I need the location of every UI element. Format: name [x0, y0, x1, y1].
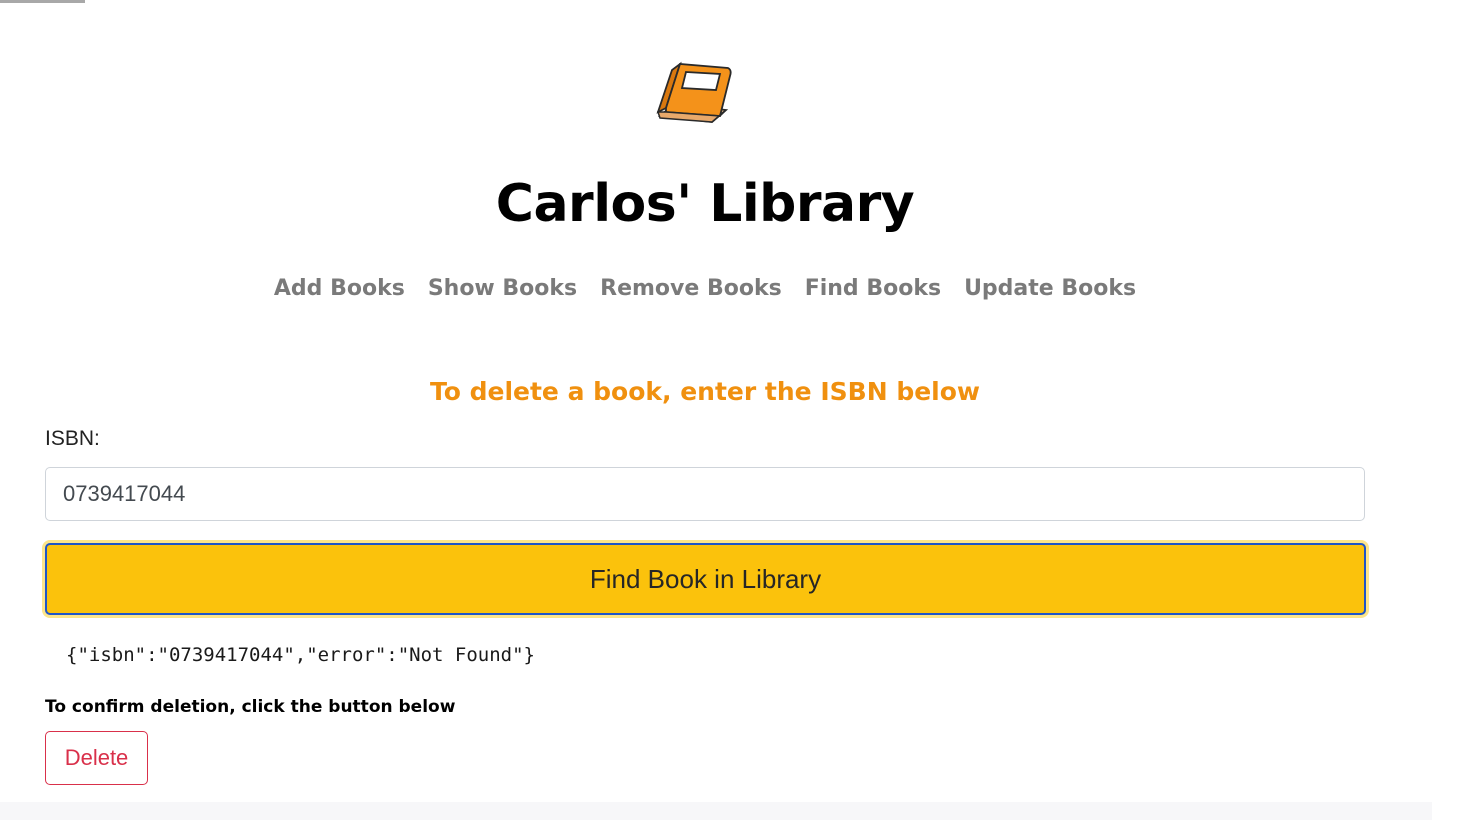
confirm-deletion-text: To confirm deletion, click the button be… [45, 697, 456, 717]
nav-item-remove-books[interactable]: Remove Books [600, 276, 782, 301]
delete-button[interactable]: Delete [45, 731, 148, 785]
right-gutter [1432, 0, 1466, 820]
page-title: Carlos' Library [495, 174, 915, 234]
nav-item-add-books[interactable]: Add Books [274, 276, 405, 301]
main-nav: Add Books Show Books Remove Books Find B… [0, 276, 1410, 301]
nav-item-find-books[interactable]: Find Books [805, 276, 941, 301]
nav-item-show-books[interactable]: Show Books [428, 276, 577, 301]
isbn-input[interactable] [45, 467, 1365, 521]
find-book-button[interactable]: Find Book in Library [45, 543, 1366, 615]
bottom-strip [0, 802, 1432, 820]
delete-instructions-heading: To delete a book, enter the ISBN below [429, 377, 981, 406]
top-corner-bar [0, 0, 85, 3]
book-icon [656, 61, 732, 123]
lookup-result-text: {"isbn":"0739417044","error":"Not Found"… [66, 644, 535, 666]
nav-item-update-books[interactable]: Update Books [964, 276, 1136, 301]
isbn-label: ISBN: [45, 427, 100, 450]
page: Carlos' Library Add Books Show Books Rem… [0, 0, 1466, 820]
